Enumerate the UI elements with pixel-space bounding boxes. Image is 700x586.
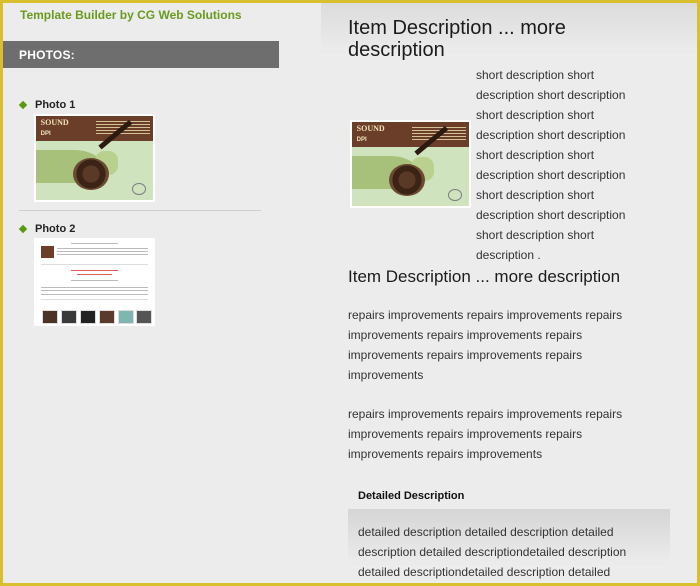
paragraph: repairs improvements repairs improvement… bbox=[348, 407, 623, 461]
item-image[interactable]: SOUND DPI bbox=[350, 120, 471, 208]
poster-text: DPI bbox=[356, 137, 367, 144]
left-column: Template Builder by CG Web Solutions PHO… bbox=[3, 3, 321, 583]
right-column: Item Description ... more description sh… bbox=[321, 3, 697, 583]
item-title: Item Description ... more description bbox=[348, 17, 566, 61]
photo-title[interactable]: Photo 1 bbox=[35, 99, 75, 111]
diamond-bullet-icon bbox=[18, 100, 28, 110]
divider bbox=[19, 210, 261, 211]
poster-image: SOUND DPI bbox=[352, 122, 469, 206]
page-frame: Template Builder by CG Web Solutions PHO… bbox=[3, 3, 697, 583]
photo-thumbnail[interactable]: SOUND DPI bbox=[34, 114, 155, 202]
photo-title[interactable]: Photo 2 bbox=[35, 223, 75, 235]
poster-image: SOUND DPI bbox=[36, 116, 153, 200]
photo-thumbnail[interactable] bbox=[34, 238, 155, 326]
photo-item-1[interactable]: Photo 1 SOUND DPI bbox=[18, 98, 155, 202]
poster-text: DPI bbox=[40, 131, 51, 138]
poster-text: SOUND bbox=[40, 117, 69, 127]
photos-header: PHOTOS: bbox=[3, 41, 279, 68]
website-preview-image bbox=[36, 240, 153, 324]
paragraph: repairs improvements repairs improvement… bbox=[348, 308, 623, 382]
detailed-description-heading: Detailed Description bbox=[358, 490, 465, 502]
poster-text: SOUND bbox=[356, 123, 385, 133]
item-subtitle: Item Description ... more description bbox=[348, 267, 621, 286]
short-description: short description short description shor… bbox=[476, 68, 626, 262]
detailed-description-text: detailed description detailed descriptio… bbox=[358, 525, 627, 579]
detailed-description-box: detailed description detailed descriptio… bbox=[348, 509, 670, 583]
brand-title: Template Builder by CG Web Solutions bbox=[20, 8, 242, 22]
diamond-bullet-icon bbox=[18, 224, 28, 234]
photo-item-2[interactable]: Photo 2 bbox=[18, 222, 155, 326]
